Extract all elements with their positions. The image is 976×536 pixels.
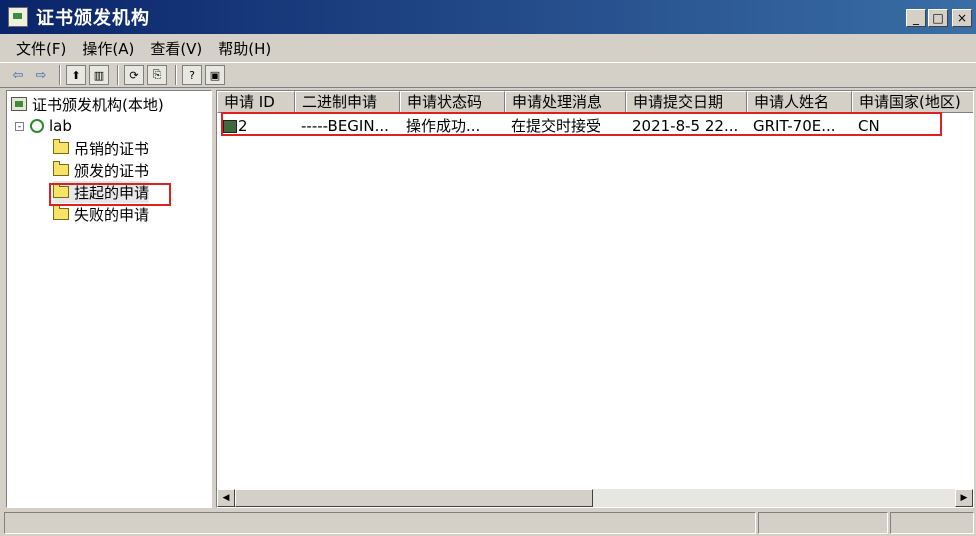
certificate-authority-icon (8, 7, 28, 27)
status-panel-main (4, 512, 756, 534)
toolbar-separator (117, 65, 119, 85)
table-row[interactable]: 2 -----BEGIN... 操作成功... 在提交时接受 2021-8-5 … (217, 115, 973, 137)
column-header-disposition-message[interactable]: 申请处理消息 (505, 91, 626, 113)
cell-binary-request: -----BEGIN... (301, 117, 389, 135)
toolbar: ⇦ ⇨ ⬆ ▥ ⟳ ⎘ ? ▣ (0, 62, 976, 88)
column-header-requester-name[interactable]: 申请人姓名 (747, 91, 852, 113)
tree-root[interactable]: 证书颁发机构(本地) (11, 93, 164, 115)
cell-disposition-message: 在提交时接受 (511, 117, 602, 135)
tree-item-label: 失败的申请 (74, 205, 150, 224)
column-header-row: 申请 ID 二进制申请 申请状态码 申请处理消息 申请提交日期 申请人姓名 申请… (217, 91, 973, 113)
refresh-icon[interactable]: ⟳ (124, 65, 144, 85)
open-folder-icon (53, 183, 69, 198)
cell-request-id: 2 (217, 115, 295, 137)
column-header-country[interactable]: 申请国家(地区) (852, 91, 973, 113)
scroll-thumb[interactable] (235, 489, 593, 507)
column-header-submitted-date[interactable]: 申请提交日期 (626, 91, 747, 113)
maximize-button[interactable]: □ (928, 9, 948, 27)
folder-icon (53, 139, 69, 154)
cell-requester-name: GRIT-70E... (753, 117, 836, 135)
tree-item-issued[interactable]: 颁发的证书 (53, 159, 149, 181)
close-button[interactable]: × (952, 9, 972, 27)
cell-status-code: 操作成功... (406, 117, 481, 135)
column-header-status-code[interactable]: 申请状态码 (400, 91, 505, 113)
column-header-request-id[interactable]: 申请 ID (217, 91, 295, 113)
help-icon[interactable]: ? (182, 65, 202, 85)
menu-action[interactable]: 操作(A) (74, 38, 142, 59)
collapse-icon[interactable]: - (15, 121, 24, 131)
tree-item-label: 挂起的申请 (74, 183, 150, 202)
horizontal-scrollbar[interactable]: ◀ ▶ (217, 489, 973, 507)
tree-ca-lab[interactable]: - lab (15, 115, 72, 137)
window-title: 证书颁发机构 (36, 8, 150, 29)
status-panel-3 (890, 512, 974, 534)
show-tree-icon[interactable]: ▥ (89, 65, 109, 85)
up-folder-icon[interactable]: ⬆ (66, 65, 86, 85)
toolbar-separator (59, 65, 61, 85)
menu-bar: 文件(F) 操作(A) 查看(V) 帮助(H) (0, 34, 976, 62)
menu-view[interactable]: 查看(V) (142, 38, 210, 59)
console-tree[interactable]: 证书颁发机构(本地) - lab 吊销的证书 颁发的证书 挂起的申请 失败的申请 (6, 90, 212, 508)
console-icon[interactable]: ▣ (205, 65, 225, 85)
menu-help[interactable]: 帮助(H) (210, 38, 279, 59)
results-list[interactable]: 申请 ID 二进制申请 申请状态码 申请处理消息 申请提交日期 申请人姓名 申请… (216, 90, 974, 508)
tree-item-label: 吊销的证书 (74, 139, 150, 158)
cell-text: 2 (238, 117, 248, 135)
tree-item-revoked[interactable]: 吊销的证书 (53, 137, 149, 159)
column-header-binary-request[interactable]: 二进制申请 (295, 91, 400, 113)
back-arrow-icon[interactable]: ⇦ (8, 65, 28, 85)
ca-running-icon (30, 119, 44, 133)
scroll-right-button[interactable]: ▶ (955, 489, 973, 507)
export-list-icon[interactable]: ⎘ (147, 65, 167, 85)
toolbar-separator (175, 65, 177, 85)
tree-item-pending[interactable]: 挂起的申请 (53, 181, 150, 203)
status-panel-2 (758, 512, 888, 534)
forward-arrow-icon[interactable]: ⇨ (31, 65, 51, 85)
tree-ca-label: lab (49, 117, 72, 135)
folder-icon (53, 205, 69, 220)
scroll-left-button[interactable]: ◀ (217, 489, 235, 507)
tree-root-label: 证书颁发机构(本地) (32, 95, 164, 114)
certificate-authority-icon (11, 97, 27, 111)
tree-item-label: 颁发的证书 (74, 161, 150, 180)
certificate-request-icon (223, 120, 237, 133)
folder-icon (53, 161, 69, 176)
minimize-button[interactable]: _ (906, 9, 926, 27)
status-bar (0, 510, 976, 536)
cell-country: CN (858, 117, 880, 135)
title-bar: 证书颁发机构 _ □ × (0, 0, 976, 34)
menu-file[interactable]: 文件(F) (8, 38, 74, 59)
cell-submitted-date: 2021-8-5 22... (632, 117, 739, 135)
tree-item-failed[interactable]: 失败的申请 (53, 203, 149, 225)
